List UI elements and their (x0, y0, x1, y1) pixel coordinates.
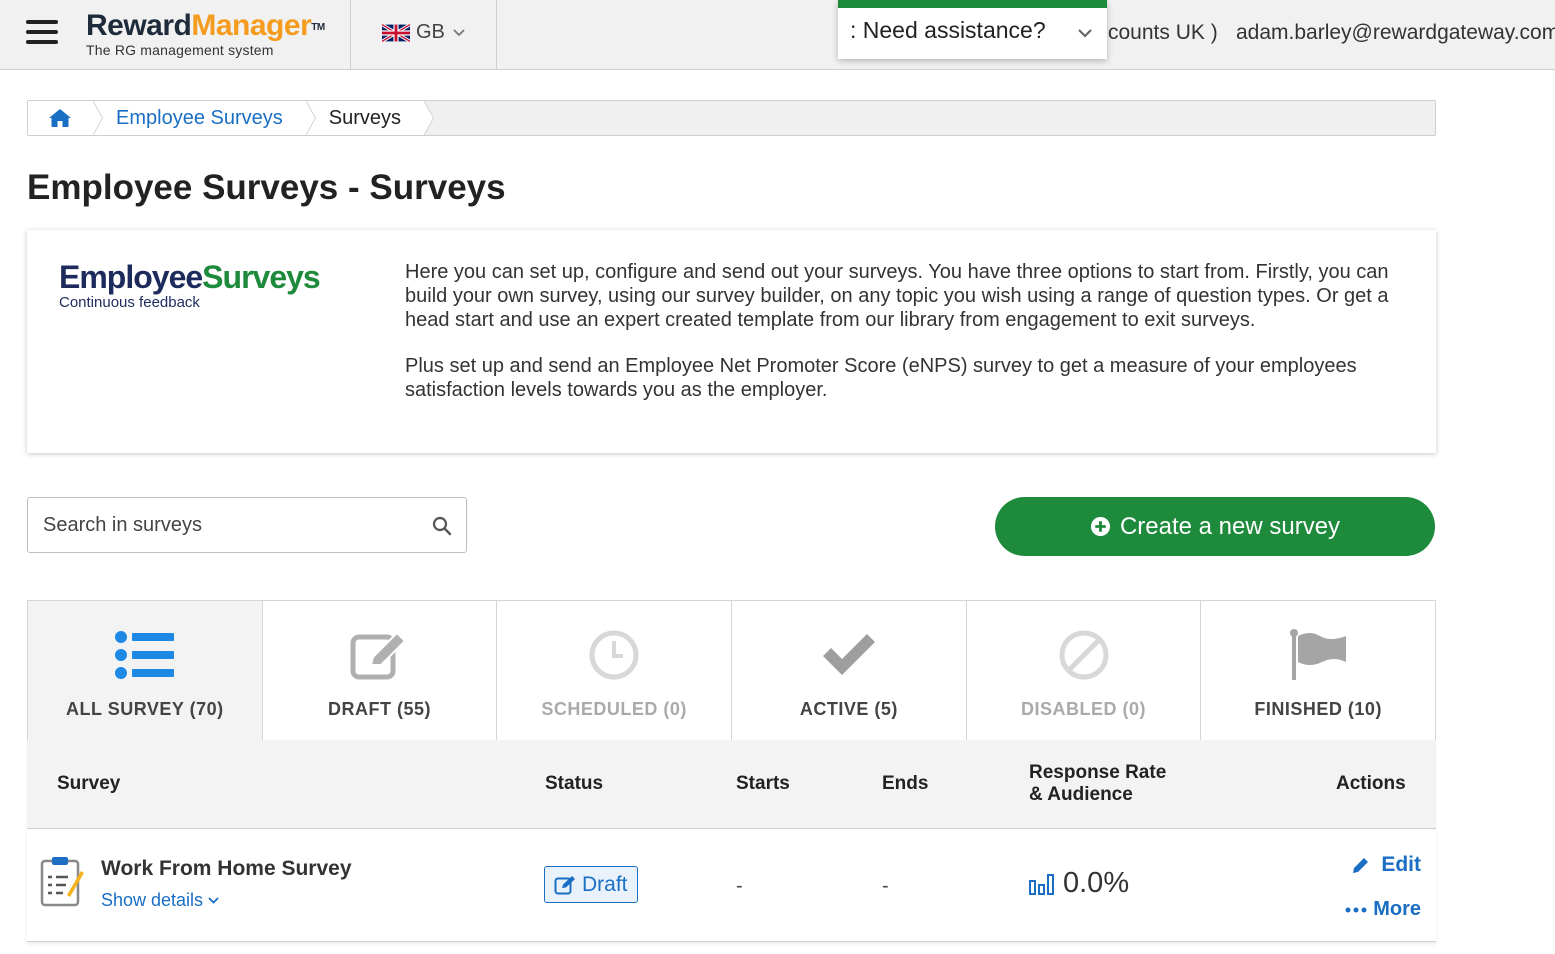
column-header-audience: & Audience (1029, 784, 1133, 805)
column-header-starts[interactable]: Starts (736, 773, 790, 795)
logo-text: Surveys (202, 259, 321, 295)
response-rate-value: 0.0% (1063, 867, 1130, 899)
status-label: Draft (582, 872, 628, 896)
tab-label: FINISHED (10) (1254, 699, 1382, 719)
breadcrumb-surveys: Surveys (304, 101, 435, 135)
chevron-down-icon (208, 897, 219, 904)
column-header-response-rate[interactable]: Response Rate (1029, 762, 1166, 784)
tab-disabled[interactable]: DISABLED (0) (967, 601, 1202, 740)
logo-text-manager: Manager (191, 9, 312, 42)
uk-flag-icon (382, 23, 410, 42)
column-header-actions: Actions (1336, 773, 1406, 794)
edit-icon (348, 627, 412, 683)
edit-survey-button[interactable]: Edit (1352, 853, 1421, 877)
top-bar: RewardManagerTM The RG management system… (0, 0, 1555, 70)
logo-text-reward: Reward (86, 9, 192, 42)
chevron-down-icon (1078, 29, 1092, 38)
chevron-down-icon (453, 28, 465, 36)
divider (350, 0, 351, 70)
divider (496, 0, 497, 70)
create-survey-label: Create a new survey (1119, 512, 1341, 540)
pencil-icon (1353, 857, 1369, 873)
intro-paragraph: Here you can set up, configure and send … (405, 261, 1389, 331)
ban-icon (1052, 627, 1116, 683)
show-details-link[interactable]: Show details (101, 890, 219, 911)
logo-subtitle: Continuous feedback (59, 294, 200, 311)
intro-paragraph: Plus set up and send an Employee Net Pro… (405, 355, 1357, 401)
tab-finished[interactable]: FINISHED (10) (1201, 601, 1435, 740)
create-survey-button[interactable]: Create a new survey (995, 497, 1435, 556)
edit-icon (554, 875, 575, 894)
account-name[interactable]: counts UK ) (1108, 21, 1218, 45)
logo-text: Employ (59, 259, 170, 295)
logo-text: ee (168, 259, 204, 295)
list-icon (113, 627, 177, 683)
clock-icon (582, 627, 646, 683)
start-date: - (736, 875, 743, 897)
employee-surveys-logo: EmployeeSurveys Continuous feedback (59, 259, 321, 311)
need-assistance-dropdown[interactable]: : Need assistance? (838, 0, 1107, 59)
plus-circle-icon (1090, 516, 1110, 537)
edit-label: Edit (1381, 853, 1421, 876)
bar-chart-icon (1029, 873, 1054, 895)
more-label: More (1373, 898, 1421, 920)
search-box (27, 497, 467, 553)
breadcrumb-label: Employee Surveys (116, 106, 283, 129)
survey-name[interactable]: Work From Home Survey (101, 857, 352, 881)
tab-draft[interactable]: DRAFT (55) (263, 601, 498, 740)
table-row: Work From Home Survey Show details Draft… (27, 829, 1436, 942)
column-header-survey[interactable]: Survey (57, 773, 120, 795)
survey-filter-tabs: ALL SURVEY (70) DRAFT (55) SCHEDULED (0)… (27, 600, 1436, 740)
tab-active[interactable]: ACTIVE (5) (732, 601, 967, 740)
more-actions-button[interactable]: More (1345, 898, 1421, 921)
intro-panel: EmployeeSurveys Continuous feedback Here… (27, 230, 1436, 453)
ellipsis-icon (1345, 907, 1367, 912)
check-icon (817, 627, 881, 683)
column-header-ends[interactable]: Ends (882, 773, 928, 795)
survey-clipboard-icon (40, 857, 84, 907)
breadcrumb-employee-surveys[interactable]: Employee Surveys (92, 101, 316, 135)
column-header-status[interactable]: Status (545, 773, 603, 795)
locale-selector[interactable]: GB (382, 21, 465, 44)
app-logo[interactable]: RewardManagerTM The RG management system (86, 9, 325, 59)
end-date: - (882, 875, 889, 897)
response-rate: 0.0% (1029, 867, 1129, 900)
logo-trademark: TM (311, 22, 325, 33)
show-details-label: Show details (101, 890, 204, 910)
breadcrumb-home[interactable] (28, 101, 103, 135)
home-icon (49, 109, 71, 127)
tab-label: ALL SURVEY (70) (66, 699, 224, 719)
table-header: Survey Status Starts Ends Response Rate … (27, 740, 1436, 829)
tab-label: ACTIVE (5) (799, 699, 898, 719)
logo-subtitle: The RG management system (86, 42, 274, 58)
breadcrumb: Employee Surveys Surveys (27, 100, 1436, 136)
assist-label: : Need assistance? (850, 17, 1046, 43)
tab-label: SCHEDULED (0) (541, 699, 687, 719)
page-title: Employee Surveys - Surveys (27, 168, 506, 207)
search-input[interactable] (43, 498, 423, 552)
tab-label: DISABLED (0) (1021, 699, 1147, 719)
tab-scheduled[interactable]: SCHEDULED (0) (497, 601, 733, 740)
tab-all-surveys[interactable]: ALL SURVEY (70) (28, 601, 263, 740)
search-icon[interactable] (432, 516, 452, 536)
locale-label: GB (416, 21, 445, 43)
breadcrumb-label: Surveys (328, 106, 401, 129)
menu-icon[interactable] (26, 20, 58, 46)
intro-text: Here you can set up, configure and send … (405, 260, 1410, 402)
flag-icon (1286, 627, 1350, 683)
status-badge: Draft (544, 866, 638, 903)
user-email[interactable]: adam.barley@rewardgateway.com (1236, 21, 1555, 45)
tab-label: DRAFT (55) (328, 699, 431, 719)
